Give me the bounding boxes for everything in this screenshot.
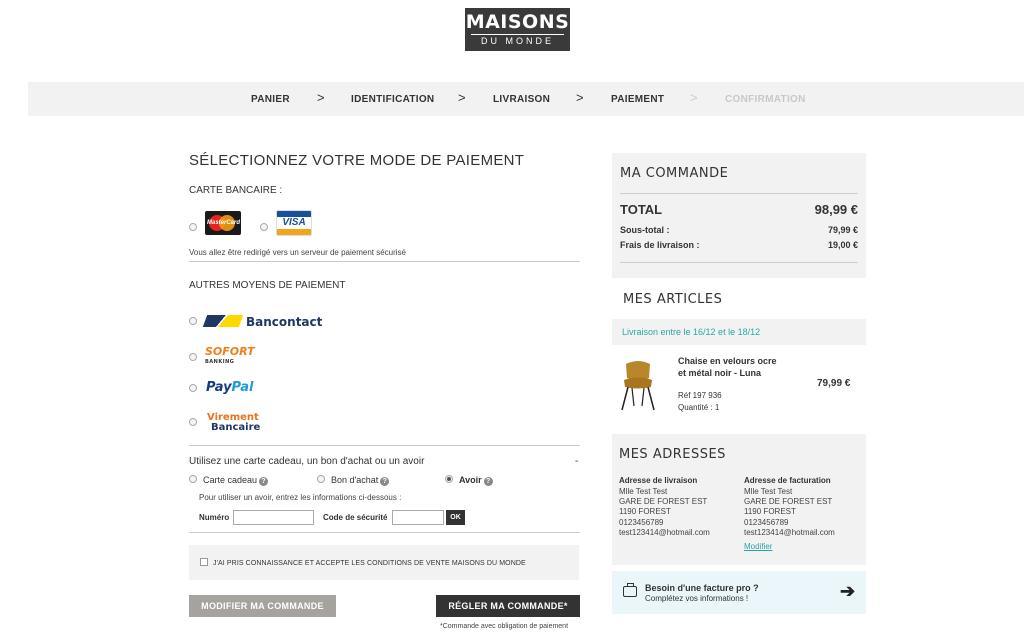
article-price: 79,99 € <box>817 378 851 389</box>
order-title: MA COMMANDE <box>620 166 729 181</box>
delivery-text: Livraison entre le 16/12 et le 18/12 <box>622 327 761 337</box>
step-paiement: PAIEMENT <box>611 94 665 105</box>
bancontact-logo[interactable]: Bancontact <box>202 315 322 329</box>
radio-virement[interactable] <box>189 418 197 426</box>
brand-line1: MAISONS <box>465 11 570 33</box>
pay-order-button[interactable]: RÉGLER MA COMMANDE* <box>436 595 580 617</box>
help-icon[interactable]: ? <box>259 477 269 486</box>
order-summary: MA COMMANDE TOTAL 98,99 € Sous-total : 7… <box>612 153 866 278</box>
step-panier[interactable]: PANIER <box>251 94 290 105</box>
option-carte-cadeau[interactable]: Carte cadeau? <box>203 475 269 486</box>
pro-title: Besoin d'une facture pro ? <box>645 583 759 593</box>
radio-bon-achat[interactable] <box>317 475 325 483</box>
shipping-address-line: GARE DE FOREST EST <box>619 497 708 506</box>
total-value: 98,99 € <box>814 202 858 217</box>
pro-invoice-banner[interactable]: Besoin d'une facture pro ? Complétez vos… <box>612 571 866 614</box>
cgv-label[interactable]: J'AI PRIS CONNAISSANCE ET ACCEPTE LES CO… <box>213 560 526 567</box>
billing-address-line: GARE DE FOREST EST <box>744 497 833 506</box>
divider <box>189 445 580 446</box>
radio-paypal[interactable] <box>189 384 197 392</box>
chevron-right-icon: > <box>690 90 698 105</box>
checkout-steps: PANIER > IDENTIFICATION > LIVRAISON > PA… <box>28 82 1024 116</box>
shipping-address-line: Mlle Test Test <box>619 487 668 496</box>
shipping-label: Frais de livraison : <box>620 240 700 250</box>
modify-address-link[interactable]: Modifier <box>744 542 772 551</box>
subtotal-value: 79,99 € <box>827 225 858 235</box>
billing-address-line: Mlle Test Test <box>744 487 793 496</box>
articles-title: MES ARTICLES <box>623 292 723 307</box>
chair-product-image[interactable] <box>618 360 658 412</box>
radio-avoir[interactable] <box>445 475 453 483</box>
sofort-logo[interactable]: SOFORT BANKING <box>205 346 255 367</box>
step-confirmation: CONFIRMATION <box>725 94 806 105</box>
pay-note: *Commande avec obligation de paiement <box>440 623 569 630</box>
cgv-box: J'AI PRIS CONNAISSANCE ET ACCEPTE LES CO… <box>189 545 579 580</box>
shipping-address-line: test123414@hotmail.com <box>619 528 710 537</box>
page-title: SÉLECTIONNEZ VOTRE MODE DE PAIEMENT <box>189 152 525 169</box>
billing-address-line: 1190 FOREST <box>744 507 796 516</box>
arrow-right-icon[interactable]: ➔ <box>840 581 855 602</box>
card-section-title: CARTE BANCAIRE : <box>189 185 283 196</box>
option-avoir[interactable]: Avoir? <box>459 475 493 486</box>
numero-label: Numéro <box>199 513 230 522</box>
pro-subtitle: Complétez vos informations ! <box>645 594 749 603</box>
virement-logo[interactable]: Virement Bancaire <box>207 413 260 433</box>
visa-icon[interactable]: VISA <box>276 210 312 236</box>
radio-visa[interactable] <box>260 223 268 231</box>
billing-address-heading: Adresse de facturation <box>744 476 831 485</box>
collapse-icon[interactable]: - <box>575 456 578 467</box>
radio-carte-cadeau[interactable] <box>189 475 197 483</box>
total-label: TOTAL <box>620 202 663 217</box>
briefcase-icon <box>623 583 637 597</box>
card-redirect-note: Vous allez être redirigé vers un serveur… <box>189 248 406 257</box>
addresses-title: MES ADRESSES <box>619 447 726 462</box>
modify-order-button[interactable]: MODIFIER MA COMMANDE <box>189 595 336 617</box>
other-section-title: AUTRES MOYENS DE PAIEMENT <box>189 280 346 291</box>
bancontact-icon <box>202 315 244 327</box>
shipping-address-line: 0123456789 <box>619 518 664 527</box>
article-ref: Réf 197 936 <box>678 391 722 400</box>
option-bon-achat[interactable]: Bon d'achat? <box>331 475 390 486</box>
radio-bancontact[interactable] <box>189 317 197 325</box>
brand-logo[interactable]: MAISONS DU MONDE <box>465 8 570 51</box>
shipping-address-heading: Adresse de livraison <box>619 476 698 485</box>
divider <box>189 261 580 262</box>
brand-line2: DU MONDE <box>471 34 564 48</box>
divider <box>620 193 858 194</box>
code-securite-input[interactable] <box>392 510 444 525</box>
cgv-checkbox[interactable] <box>200 558 208 566</box>
divider <box>189 532 580 533</box>
step-identification[interactable]: IDENTIFICATION <box>351 94 434 105</box>
help-icon[interactable]: ? <box>380 477 390 486</box>
subtotal-label: Sous-total : <box>620 225 670 235</box>
billing-address-line: test123414@hotmail.com <box>744 528 835 537</box>
delivery-window: Livraison entre le 16/12 et le 18/12 <box>612 319 866 345</box>
radio-mastercard[interactable] <box>189 223 197 231</box>
billing-address-line: 0123456789 <box>744 518 789 527</box>
help-icon[interactable]: ? <box>483 477 493 486</box>
chevron-right-icon: > <box>576 90 584 105</box>
numero-input[interactable] <box>233 510 314 525</box>
ok-button[interactable]: OK <box>446 510 465 525</box>
step-livraison[interactable]: LIVRAISON <box>493 94 550 105</box>
shipping-address-line: 1190 FOREST <box>619 507 671 516</box>
avoir-instructions: Pour utiliser un avoir, entrez les infor… <box>199 493 402 502</box>
article-qty: Quantité : 1 <box>678 403 720 412</box>
chevron-right-icon: > <box>317 90 325 105</box>
shipping-value: 19,00 € <box>827 240 858 250</box>
article-name[interactable]: Chaise en velours ocre et métal noir - L… <box>678 355 778 379</box>
voucher-title[interactable]: Utilisez une carte cadeau, un bon d'acha… <box>189 456 424 467</box>
mastercard-icon[interactable]: MasterCard <box>205 211 241 235</box>
code-label: Code de sécurité <box>323 513 388 522</box>
paypal-logo[interactable]: PayPal <box>206 380 253 395</box>
divider <box>620 262 858 263</box>
chevron-right-icon: > <box>458 90 466 105</box>
radio-sofort[interactable] <box>189 353 197 361</box>
